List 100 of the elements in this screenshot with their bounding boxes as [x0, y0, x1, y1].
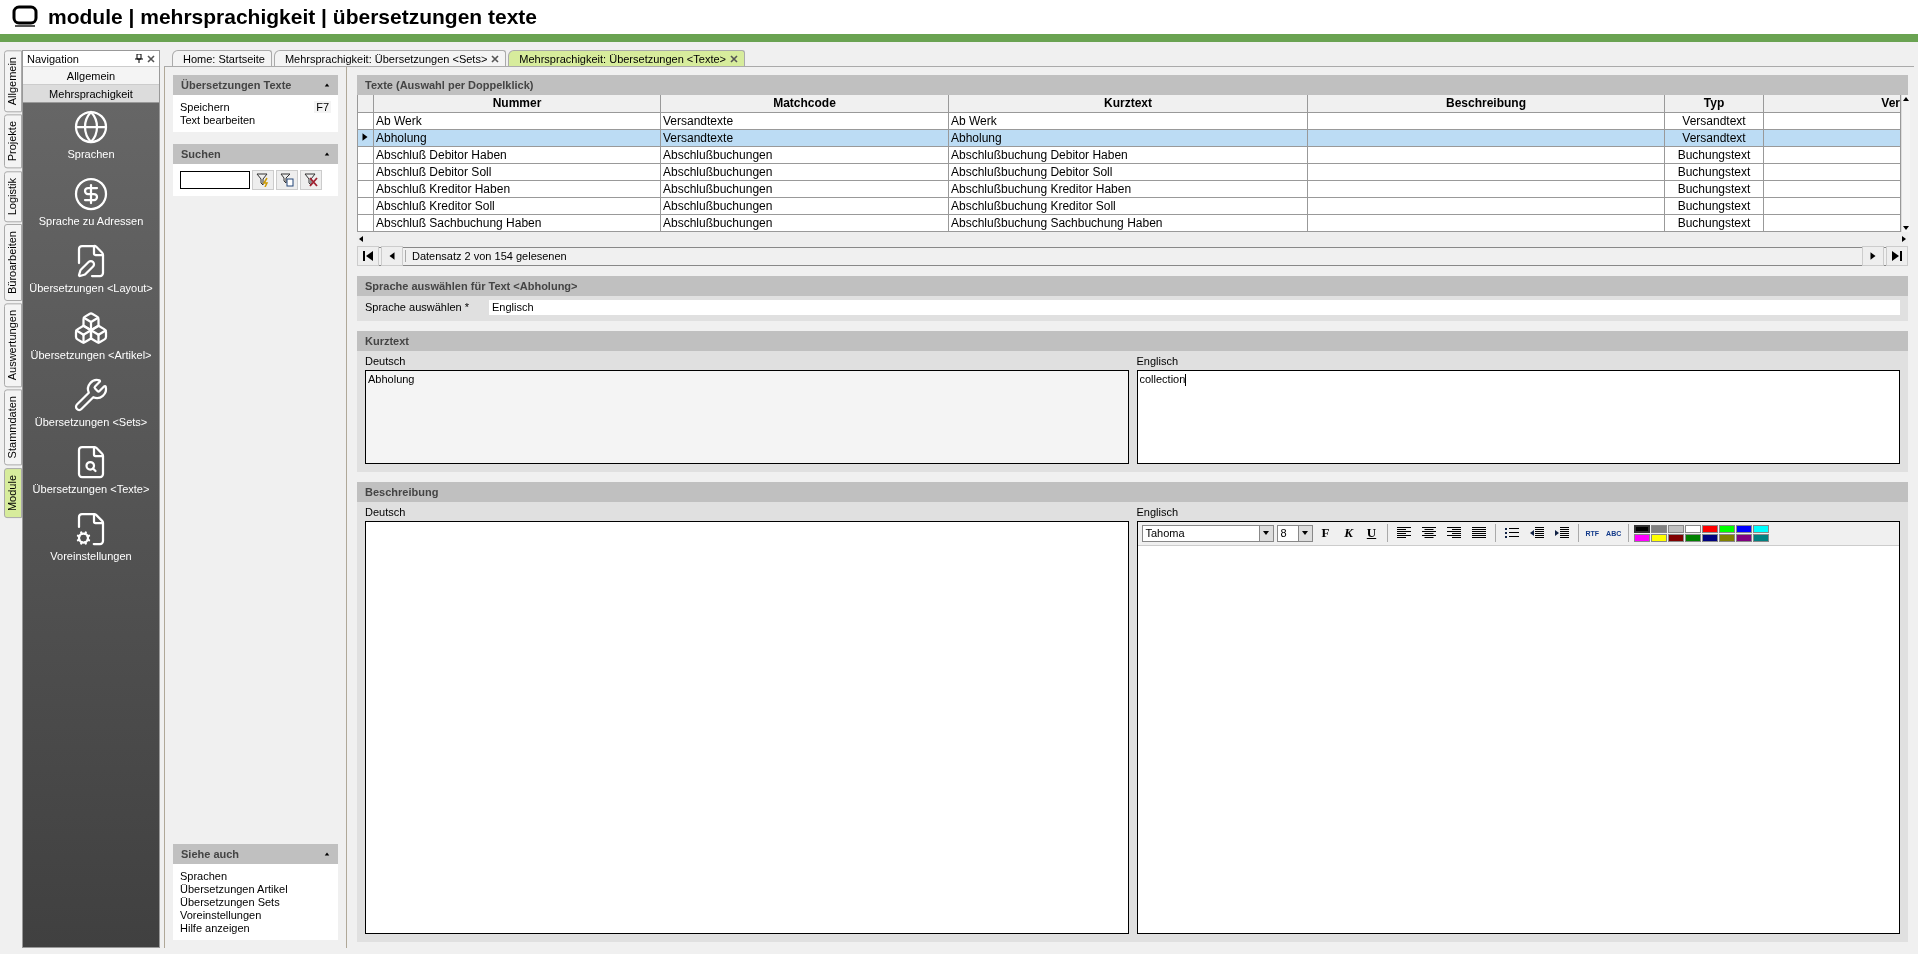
see-also-title: Siehe auch [181, 848, 240, 860]
task-link[interactable]: Text bearbeiten [180, 114, 256, 126]
color-swatch[interactable] [1736, 524, 1753, 533]
previous-record-button[interactable] [381, 246, 403, 266]
field-label: Sprache auswählen * [365, 301, 470, 313]
vertical-scrollbar[interactable] [1901, 95, 1910, 232]
close-icon[interactable] [147, 54, 155, 63]
table-cell: Abschlußbuchungen [660, 214, 949, 231]
side-tab[interactable]: Logistik [4, 170, 22, 222]
color-swatch[interactable] [1634, 524, 1651, 533]
color-swatch[interactable] [1668, 533, 1685, 542]
underline-button[interactable]: U [1361, 524, 1382, 542]
module-item[interactable]: Sprachen [67, 109, 115, 160]
table-cell: Ab Werk [948, 112, 1308, 129]
color-swatch[interactable] [1702, 533, 1719, 542]
filter-apply-button[interactable] [252, 170, 274, 190]
wrench-icon [73, 377, 109, 413]
navigation-group[interactable]: Allgemein [23, 67, 159, 85]
color-swatch[interactable] [1668, 524, 1685, 533]
see-also-link[interactable]: Voreinstellungen [180, 909, 331, 921]
first-record-button[interactable] [357, 246, 379, 266]
column-header[interactable]: Ver [1763, 95, 1901, 112]
close-icon[interactable] [491, 54, 500, 63]
see-also-link[interactable]: Übersetzungen Artikel [180, 883, 331, 895]
document-tab[interactable]: Mehrsprachigkeit: Übersetzungen <Sets> [273, 50, 507, 66]
target-text-field[interactable]: collection [1136, 369, 1900, 464]
filter-remove-icon [304, 173, 318, 187]
table-cell: Abschlußbuchungen [660, 146, 949, 163]
shortcut-key: F7 [314, 101, 331, 113]
table-cell: Versandtexte [660, 112, 949, 129]
task-link[interactable]: Speichern [180, 101, 230, 113]
color-swatch[interactable] [1753, 533, 1770, 542]
app-title: module | mehrsprachigkeit | übersetzungen texte [48, 5, 538, 29]
see-also-link[interactable]: Hilfe anzeigen [180, 922, 331, 934]
side-tab[interactable]: Module [4, 467, 22, 518]
column-header[interactable]: Kurztext [948, 95, 1308, 112]
scroll-up-icon [1902, 95, 1910, 103]
module-item[interactable]: Sprache zu Adressen [38, 176, 144, 227]
module-item[interactable]: Übersetzungen <Layout> [29, 243, 153, 294]
see-also-link[interactable]: Übersetzungen Sets [180, 896, 331, 908]
color-swatch[interactable] [1651, 524, 1668, 533]
collapse-icon [324, 851, 330, 857]
color-swatch[interactable] [1685, 524, 1702, 533]
pin-icon[interactable] [135, 54, 143, 63]
bullet-list-icon [1504, 527, 1519, 539]
column-header[interactable]: Matchcode [660, 95, 949, 112]
side-tab[interactable]: Stammdaten [4, 389, 22, 466]
filter-list-button[interactable] [276, 170, 298, 190]
side-tab[interactable]: Büroarbeiten [4, 223, 22, 301]
section-title: Kurztext [357, 330, 1908, 351]
document-tab[interactable]: Mehrsprachigkeit: Übersetzungen <Texte> [508, 50, 745, 66]
next-record-button[interactable] [1862, 246, 1884, 266]
table-cell: Abschlußbuchungen [660, 163, 949, 180]
boxes-icon [73, 310, 109, 346]
column-header[interactable]: Beschreibung [1307, 95, 1665, 112]
color-swatch[interactable] [1753, 524, 1770, 533]
column-header[interactable]: Typ [1664, 95, 1764, 112]
table-cell: Buchungstext [1664, 214, 1764, 231]
color-swatch[interactable] [1651, 533, 1668, 542]
table-cell: Abschluß Debitor Haben [373, 146, 661, 163]
font-select[interactable]: Tahoma [1141, 524, 1274, 542]
see-also-link[interactable]: Sprachen [180, 870, 331, 882]
table-cell: Abschluß Kreditor Haben [373, 180, 661, 197]
color-swatch[interactable] [1736, 533, 1753, 542]
search-panel-title: Suchen [181, 148, 221, 160]
side-tab[interactable]: Auswertungen [4, 302, 22, 388]
indent-icon [1554, 527, 1569, 539]
field-label: Englisch [1136, 354, 1180, 367]
module-item[interactable]: Übersetzungen <Texte> [32, 444, 150, 495]
module-item[interactable]: Übersetzungen <Sets> [34, 377, 148, 428]
field-label: Deutsch [365, 354, 407, 367]
color-swatch[interactable] [1685, 533, 1702, 542]
color-swatch[interactable] [1634, 533, 1651, 542]
filter-clear-button[interactable] [300, 170, 322, 190]
column-header[interactable]: Nummer [373, 95, 661, 112]
color-swatch[interactable] [1719, 524, 1736, 533]
close-icon[interactable] [730, 54, 738, 63]
side-tab[interactable]: Projekte [4, 114, 22, 169]
module-item[interactable]: Voreinstellungen [50, 511, 132, 562]
navigation-group[interactable]: Mehrsprachigkeit [23, 85, 159, 103]
scroll-left-icon [357, 235, 365, 243]
search-field[interactable] [180, 171, 250, 189]
module-item[interactable]: Übersetzungen <Artikel> [30, 310, 152, 361]
dropdown-icon [1262, 529, 1270, 537]
source-description-field[interactable] [365, 520, 1129, 934]
source-text-field[interactable]: Abholung [365, 369, 1129, 464]
last-icon [1892, 251, 1902, 261]
color-swatch[interactable] [1702, 524, 1719, 533]
last-record-button[interactable] [1886, 246, 1908, 266]
size-select[interactable]: 8 [1276, 524, 1313, 542]
table-cell: Versandtext [1664, 129, 1764, 146]
bold-button[interactable]: F [1315, 524, 1336, 542]
side-tab[interactable]: Allgemein [4, 50, 22, 113]
document-tab[interactable]: Home: Startseite [172, 50, 272, 66]
color-swatch[interactable] [1719, 533, 1736, 542]
italic-button[interactable]: K [1338, 524, 1359, 542]
filter-list-icon [280, 173, 294, 187]
table-cell: Abschluß Debitor Soll [373, 163, 661, 180]
language-field[interactable]: Englisch [489, 299, 1900, 315]
monitor-logo-icon [12, 5, 38, 29]
